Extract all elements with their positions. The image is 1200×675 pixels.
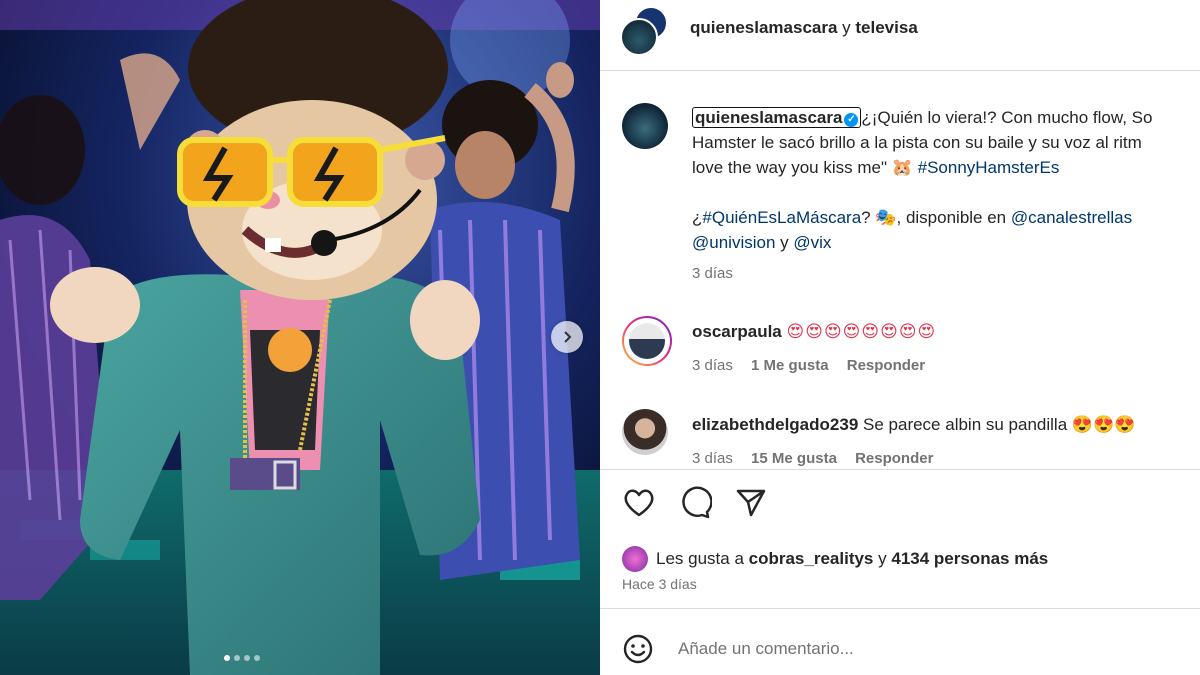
caption-line-4-start: ¿ [692, 208, 703, 227]
comment-body: 😍😍😍😍😍😍😍😍 [786, 322, 937, 342]
comment-likes[interactable]: 15 Me gusta [751, 450, 837, 467]
reply-button[interactable]: Responder [855, 450, 933, 467]
post-time[interactable]: Hace 3 días [622, 576, 697, 592]
caption-text: quieneslamascara ✓ ¿¡Quién lo viera!? Con … [692, 105, 1200, 255]
post-header: quieneslamascara y televisa [600, 0, 1200, 71]
author-joiner: y [842, 18, 851, 37]
collab-avatars[interactable] [620, 6, 668, 56]
likes-prefix: Les gusta a [656, 549, 744, 568]
hashtag-link[interactable]: #QuiénEsLaMáscara [702, 208, 861, 227]
comment-likes[interactable]: 1 Me gusta [751, 357, 829, 374]
post-media[interactable] [0, 0, 600, 675]
caption-line-2: Hamster le sacó brillo a la pista con su… [692, 133, 1142, 152]
post-photo [0, 0, 600, 675]
chevron-right-icon [564, 331, 572, 343]
author-username[interactable]: quieneslamascara [690, 18, 837, 37]
avatar[interactable] [622, 316, 672, 366]
avatar[interactable] [622, 103, 668, 149]
caption-time[interactable]: 3 días [692, 265, 733, 282]
carousel-dot-4 [254, 655, 260, 661]
caption-line-3: love the way you kiss me" 🐹 [692, 158, 918, 177]
collaborator-username[interactable]: televisa [855, 18, 917, 37]
heart-icon[interactable] [622, 486, 656, 520]
post-actions: Les gusta a cobras_realitys y 4134 perso… [600, 469, 1200, 608]
comment-icon[interactable] [678, 486, 712, 520]
comment-meta: 3 días 15 Me gusta Responder [692, 450, 947, 467]
comment-username[interactable]: elizabethdelgado239 [692, 415, 858, 434]
mention-link[interactable]: @univision [692, 233, 775, 252]
comment-text: oscarpaula 😍😍😍😍😍😍😍😍 [692, 319, 1200, 345]
carousel-dot-1 [224, 655, 230, 661]
share-icon[interactable] [734, 486, 768, 520]
caption-line-5-joiner: y [775, 233, 794, 252]
caption-line-1: ¿¡Quién lo viera!? Con mucho flow, So [861, 108, 1153, 127]
post-panel: quieneslamascara y televisa quieneslamas… [600, 0, 1200, 675]
carousel-dot-3 [244, 655, 250, 661]
likes-joiner: y [878, 549, 887, 568]
comments-feed[interactable]: quieneslamascara ✓ ¿¡Quién lo viera!? Con … [600, 71, 1200, 468]
carousel-dot-2 [234, 655, 240, 661]
emoji-smile-icon[interactable] [622, 633, 654, 665]
verified-icon: ✓ [844, 113, 859, 127]
comment-body: Se parece albin su pandilla 😍😍😍 [863, 415, 1136, 434]
comment-time[interactable]: 3 días [692, 357, 733, 374]
caption-line-4-mid: ? 🎭, disponible en [861, 208, 1011, 227]
avatar-quieneslamascara[interactable] [620, 18, 658, 56]
comment-text: elizabethdelgado239 Se parece albin su p… [692, 412, 1200, 437]
likes-summary: Les gusta a cobras_realitys y 4134 perso… [622, 546, 1048, 572]
comment-input[interactable] [678, 637, 1158, 661]
caption-username[interactable]: quieneslamascara ✓ [692, 107, 862, 128]
avatar[interactable] [622, 546, 648, 572]
avatar[interactable] [622, 409, 668, 455]
hashtag-link[interactable]: #SonnyHamsterEs [918, 158, 1060, 177]
carousel-dots [224, 655, 260, 661]
likes-user[interactable]: cobras_realitys [749, 549, 874, 569]
comment-meta: 3 días 1 Me gusta Responder [692, 357, 939, 374]
mention-link[interactable]: @vix [793, 233, 831, 252]
comment-username[interactable]: oscarpaula [692, 322, 782, 341]
add-comment-bar [600, 608, 1200, 675]
caption-meta: 3 días [692, 265, 747, 282]
comment-time[interactable]: 3 días [692, 450, 733, 467]
mention-link[interactable]: @canalestrellas [1011, 208, 1132, 227]
reply-button[interactable]: Responder [847, 357, 925, 374]
post-authors: quieneslamascara y televisa [690, 18, 918, 38]
next-slide-button[interactable] [551, 321, 583, 353]
likes-count[interactable]: 4134 personas más [891, 549, 1048, 569]
